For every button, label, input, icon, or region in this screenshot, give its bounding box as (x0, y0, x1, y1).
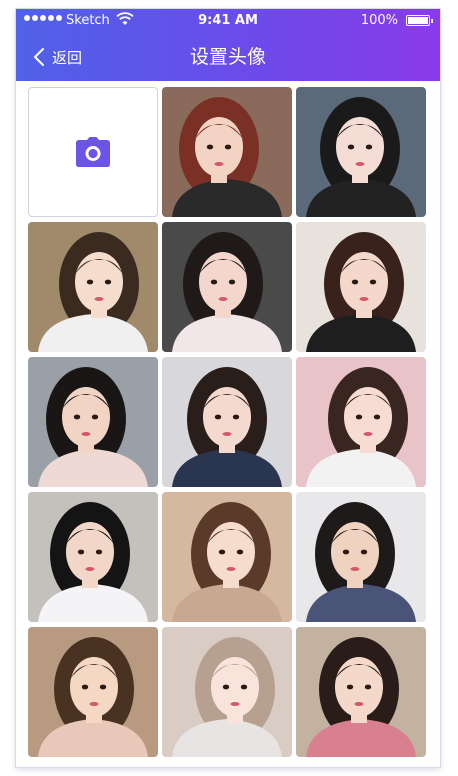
avatar-photo (162, 222, 292, 352)
avatar-option-9[interactable] (28, 492, 158, 622)
battery-percentage: 100% (360, 13, 398, 28)
avatar-photo (162, 87, 292, 217)
avatar-photo (28, 492, 158, 622)
avatar-option-14[interactable] (296, 627, 426, 757)
chevron-left-icon (34, 48, 44, 66)
avatar-option-6[interactable] (28, 357, 158, 487)
avatar-option-10[interactable] (162, 492, 292, 622)
avatar-photo (296, 492, 426, 622)
camera-icon (76, 137, 110, 167)
avatar-option-11[interactable] (296, 492, 426, 622)
avatar-photo (296, 627, 426, 757)
avatar-option-12[interactable] (28, 627, 158, 757)
avatar-option-2[interactable] (296, 87, 426, 217)
avatar-photo (296, 87, 426, 217)
take-photo-button[interactable] (28, 87, 158, 217)
avatar-option-3[interactable] (28, 222, 158, 352)
navigation-bar: 返回 设置头像 (16, 33, 440, 81)
avatar-photo (296, 222, 426, 352)
status-bar: Sketch 9:41 AM 100% (16, 9, 440, 33)
phone-screen: Sketch 9:41 AM 100% 返回 设置头像 (16, 9, 440, 767)
avatar-option-5[interactable] (296, 222, 426, 352)
back-label: 返回 (52, 48, 83, 67)
avatar-option-7[interactable] (162, 357, 292, 487)
back-button[interactable]: 返回 (32, 33, 82, 81)
avatar-option-4[interactable] (162, 222, 292, 352)
avatar-photo (28, 627, 158, 757)
avatar-photo (162, 627, 292, 757)
avatar-option-8[interactable] (296, 357, 426, 487)
avatar-photo (28, 357, 158, 487)
avatar-photo (162, 357, 292, 487)
battery-icon (406, 15, 433, 26)
screenshot-frame: Sketch 9:41 AM 100% 返回 设置头像 (0, 0, 458, 776)
avatar-photo (296, 357, 426, 487)
avatar-photo (162, 492, 292, 622)
avatar-option-1[interactable] (162, 87, 292, 217)
avatar-photo (28, 222, 158, 352)
avatar-grid (28, 87, 428, 757)
app-header: Sketch 9:41 AM 100% 返回 设置头像 (16, 9, 440, 81)
avatar-option-13[interactable] (162, 627, 292, 757)
